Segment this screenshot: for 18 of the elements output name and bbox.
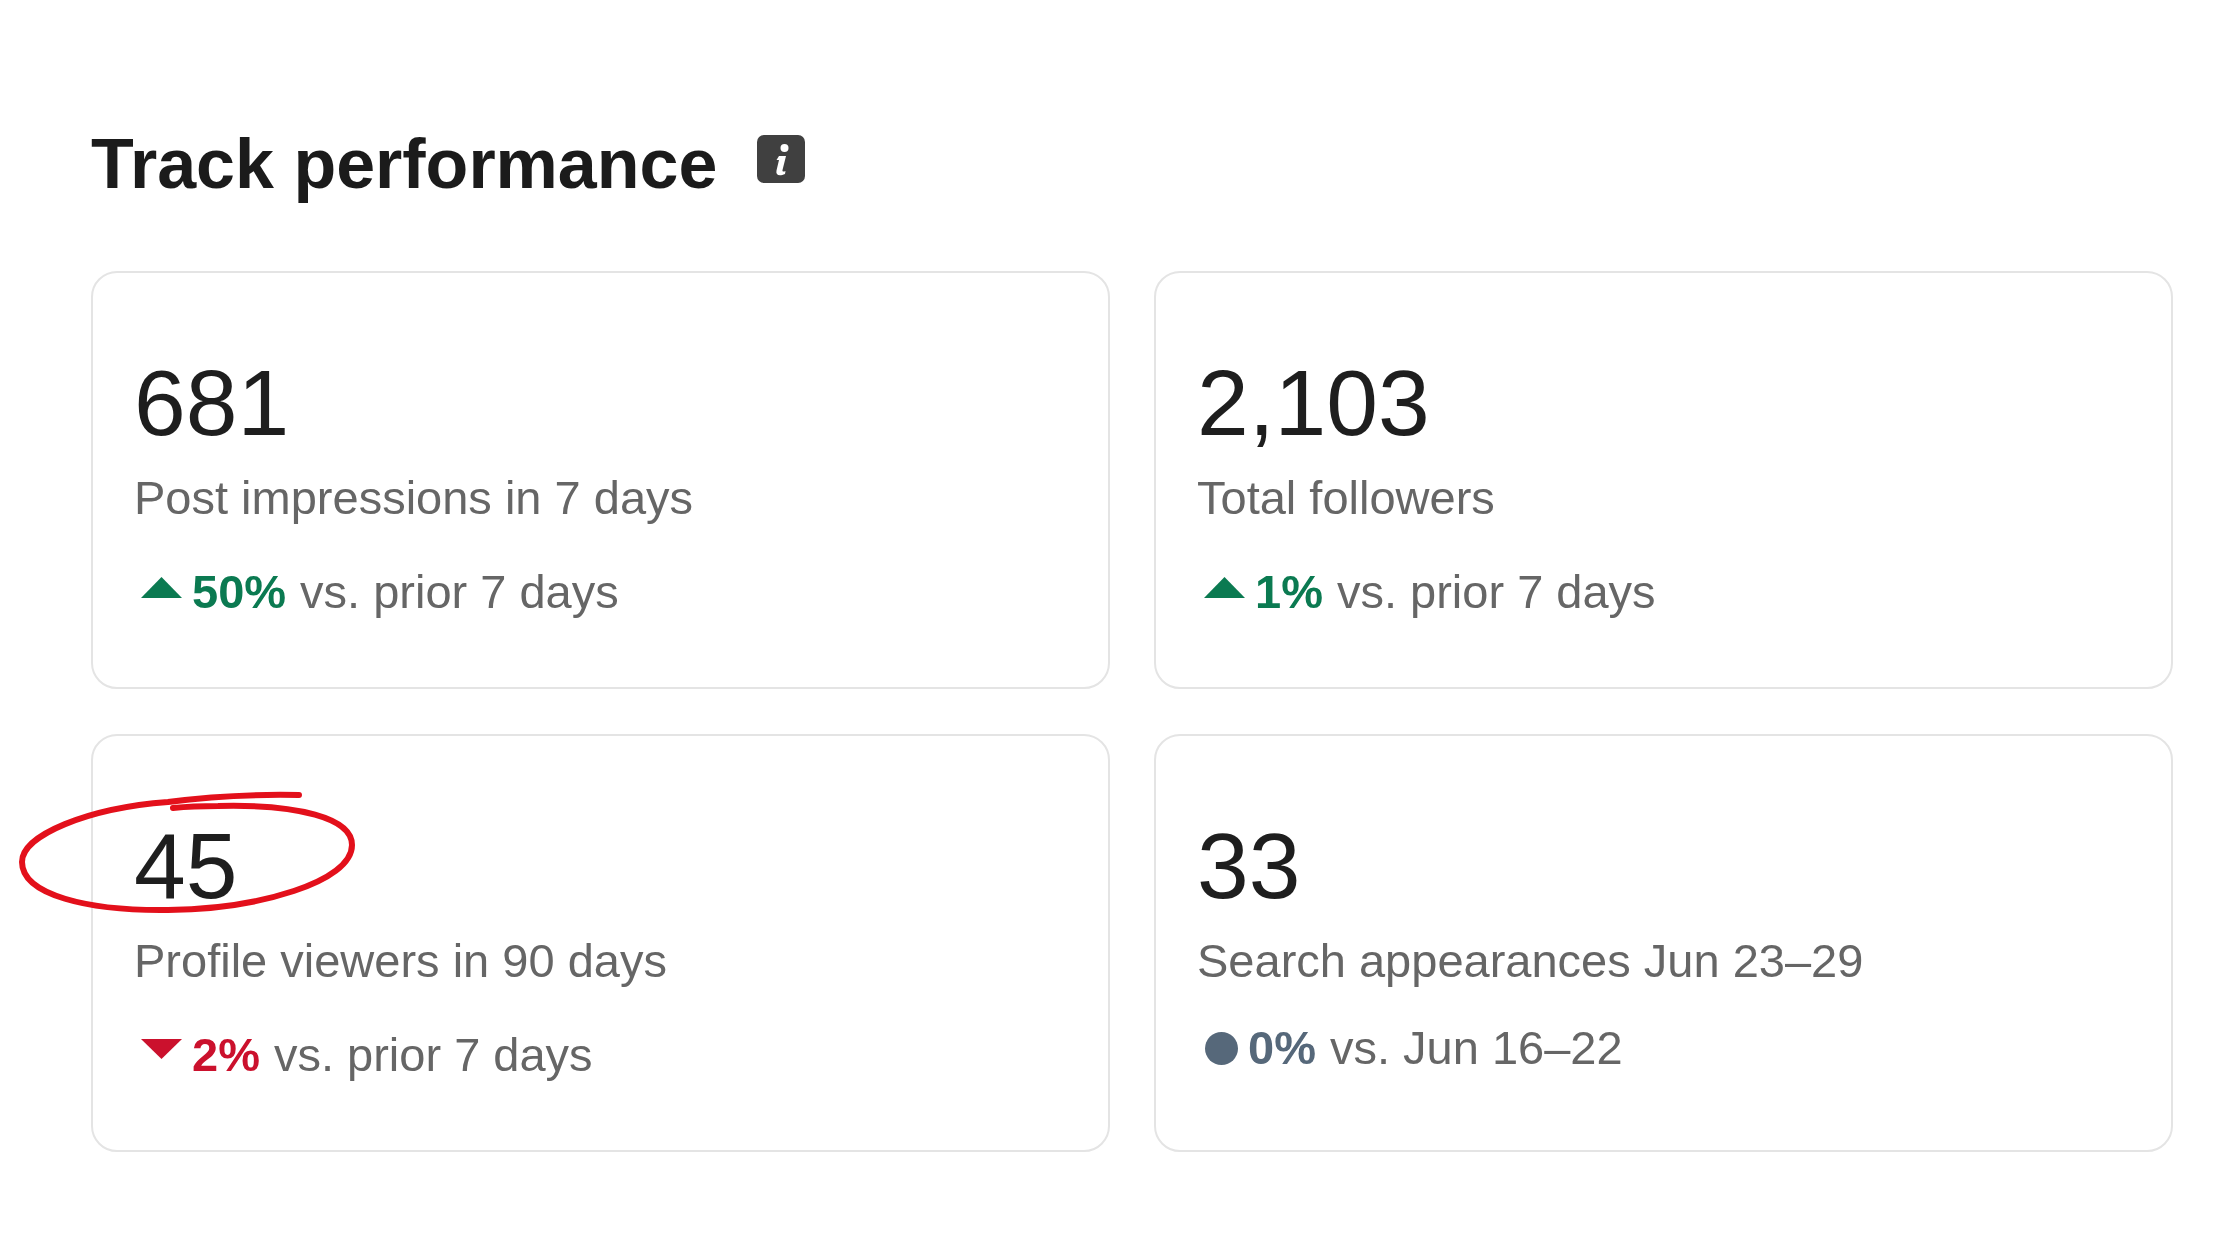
stat-value: 33	[1197, 812, 1301, 920]
change-percent: 50%	[192, 565, 287, 620]
change-percent: 0%	[1248, 1021, 1316, 1076]
stat-value: 45	[134, 812, 238, 920]
stat-label: Total followers	[1197, 471, 1495, 526]
comparison-text: vs. prior 7 days	[273, 1028, 593, 1083]
stat-label: Search appearances Jun 23–29	[1197, 934, 1864, 989]
stat-label: Profile viewers in 90 days	[134, 934, 667, 989]
change-percent: 1%	[1255, 565, 1323, 620]
change-percent: 2%	[192, 1028, 260, 1083]
comparison-text: vs. prior 7 days	[1336, 565, 1656, 620]
comparison-text: vs. Jun 16–22	[1329, 1021, 1623, 1076]
info-icon[interactable]	[757, 135, 806, 183]
stat-value: 681	[134, 349, 290, 457]
stat-label: Post impressions in 7 days	[134, 471, 694, 526]
stat-value: 2,103	[1197, 349, 1430, 457]
comparison-text: vs. prior 7 days	[300, 565, 619, 620]
section-title: Track performance	[91, 124, 718, 205]
